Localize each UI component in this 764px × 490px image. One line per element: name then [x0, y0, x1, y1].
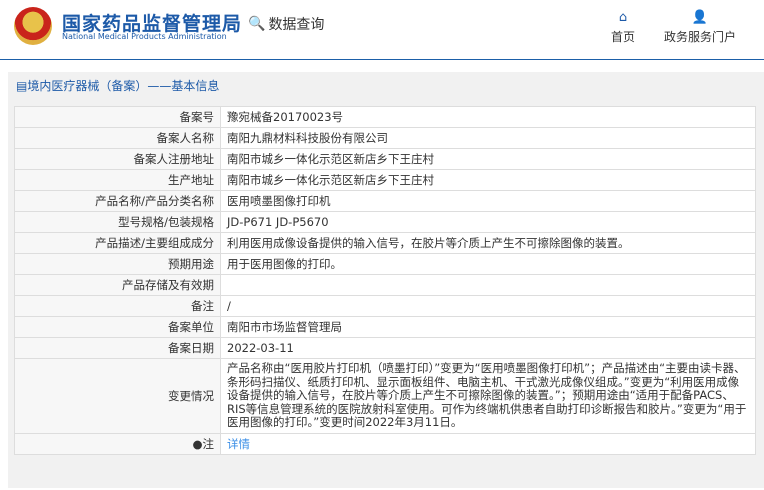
row-label: 产品名称/产品分类名称	[14, 190, 221, 212]
note-value: 详情	[220, 432, 756, 455]
detail-panel: ▤境内医疗器械（备案）——基本信息 备案号 豫宛械备20170023号 备案人名称南…	[8, 72, 764, 488]
table-row: 备案单位 南阳市市场监督管理局	[14, 316, 756, 338]
row-label: 备案单位	[14, 316, 221, 338]
table-row: 备案人注册地址 南阳市城乡一体化示范区新店乡下王庄村	[14, 148, 756, 170]
national-emblem-logo	[14, 7, 52, 45]
detail-table: 备案号 豫宛械备20170023号 备案人名称 南阳九鼎材料科技股份有限公司 备案人注册…	[14, 106, 756, 455]
table-row: 产品描述/主要组成成分 利用医用成像设备提供的输入信号，在胶片等介质上产生不可擦除…	[14, 232, 756, 254]
table-row: 备案日期 2022-03-11	[14, 337, 756, 359]
row-label: 备案号	[14, 106, 221, 128]
lightbulb-icon: ●	[192, 436, 203, 451]
nav-home[interactable]: ⌂ 首页	[611, 10, 635, 45]
row-value	[220, 274, 756, 296]
row-value: 豫宛械备20170023号	[220, 106, 756, 128]
nav-portal-label: 政务服务门户	[664, 30, 737, 44]
row-value: 产品名称由“医用胶片打印机（喷墨打印）”变更为“医用喷墨图像打印机”；产品描述由…	[220, 358, 756, 434]
row-value: 利用医用成像设备提供的输入信号，在胶片等介质上产生不可擦除图像的装置。	[220, 232, 756, 254]
row-value: /	[220, 295, 756, 317]
data-query-label: 数据查询	[268, 17, 325, 33]
row-label: 生产地址	[14, 169, 221, 191]
row-label: 备案人注册地址	[14, 148, 221, 170]
home-icon: ⌂	[618, 10, 628, 25]
data-query-title: 🔍 数据查询	[248, 14, 324, 34]
table-row: 预期用途 用于医用图像的打印。	[14, 253, 756, 275]
user-icon: 👤	[691, 10, 709, 25]
row-label: 备案日期	[14, 337, 221, 359]
details-link[interactable]: 详情	[227, 437, 250, 451]
row-value: 南阳市城乡一体化示范区新店乡下王庄村	[220, 148, 756, 170]
row-value: 南阳市城乡一体化示范区新店乡下王庄村	[220, 169, 756, 191]
table-row: 备案号 豫宛械备20170023号	[14, 106, 756, 128]
row-value: 2022-03-11	[220, 337, 756, 359]
row-value: 医用喷墨图像打印机	[220, 190, 756, 212]
logo-subtitle: National Medical Products Administration	[62, 32, 227, 41]
row-label: 备案人名称	[14, 127, 221, 149]
row-value: 南阳市市场监督管理局	[220, 316, 756, 338]
table-row: 产品存储及有效期	[14, 274, 756, 296]
row-value: JD-P671 JD-P5670	[220, 211, 756, 233]
table-row: 型号规格/包装规格 JD-P671 JD-P5670	[14, 211, 756, 233]
table-row: 产品名称/产品分类名称 医用喷墨图像打印机	[14, 190, 756, 212]
panel-title: ▤境内医疗器械（备案）——基本信息	[8, 72, 764, 100]
table-row: 变更情况 产品名称由“医用胶片打印机（喷墨打印）”变更为“医用喷墨图像打印机”；产…	[14, 358, 756, 434]
row-label: 变更情况	[14, 358, 221, 434]
row-label: 预期用途	[14, 253, 221, 275]
nav-home-label: 首页	[611, 30, 636, 44]
row-value: 用于医用图像的打印。	[220, 253, 756, 275]
nav-gov-service-portal[interactable]: 👤 政务服务门户	[664, 10, 736, 45]
row-label: 产品描述/主要组成成分	[14, 232, 221, 254]
table-row: 备案人名称 南阳九鼎材料科技股份有限公司	[14, 127, 756, 149]
row-value: 南阳九鼎材料科技股份有限公司	[220, 127, 756, 149]
site-header: 国家药品监督管理局 National Medical Products Admi…	[0, 0, 764, 60]
note-label-cell: ●注	[14, 432, 221, 455]
document-icon: ▤	[16, 79, 28, 93]
table-row: 备注 /	[14, 295, 756, 317]
row-label: 型号规格/包装规格	[14, 211, 221, 233]
panel-title-text: 境内医疗器械（备案）——基本信息	[27, 79, 220, 93]
table-row: 生产地址 南阳市城乡一体化示范区新店乡下王庄村	[14, 169, 756, 191]
row-label: 备注	[14, 295, 221, 317]
document-search-icon: 🔍	[248, 16, 266, 32]
note-label: 注	[202, 436, 215, 451]
note-row: ●注 详情	[14, 432, 756, 455]
row-label: 产品存储及有效期	[14, 274, 221, 296]
